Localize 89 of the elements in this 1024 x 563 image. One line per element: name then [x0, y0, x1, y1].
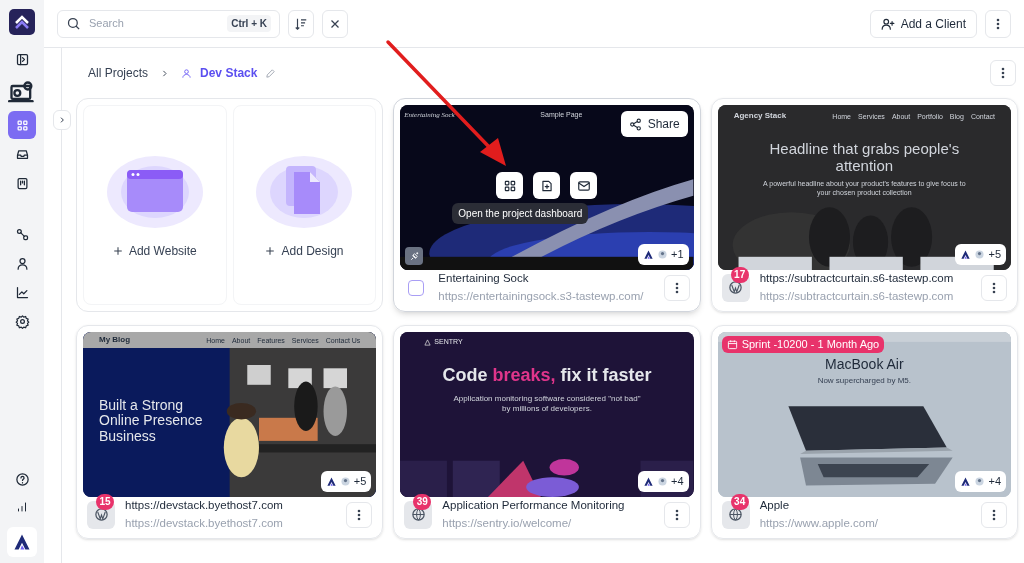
member-count: +1: [671, 247, 684, 263]
chevron-right-icon: [58, 116, 66, 124]
more-icon: [674, 281, 679, 294]
member-avatars[interactable]: +4: [955, 471, 1006, 492]
add-button[interactable]: [533, 172, 561, 199]
member-count: +5: [988, 247, 1001, 263]
member-avatars[interactable]: +5: [320, 471, 372, 492]
headline: MacBook Air: [825, 356, 904, 373]
tooltip: Open the project dashboard: [452, 203, 589, 224]
add-client-button[interactable]: Add a Client: [869, 9, 977, 38]
brand-logo-icon[interactable]: [7, 527, 37, 557]
more-icon: [674, 508, 679, 521]
wordpress-icon: [728, 280, 744, 295]
avatar-icon: [975, 250, 985, 259]
more-icon: [996, 17, 1000, 30]
globe-icon: [728, 507, 744, 522]
bar-chart-icon: [16, 501, 28, 513]
calendar-icon: [726, 339, 738, 350]
add-user-icon: [880, 16, 895, 31]
breadcrumb-current: Dev Stack: [200, 65, 258, 82]
member-count: +4: [671, 474, 684, 490]
settings-icon: [14, 313, 30, 329]
plug-icon: [408, 250, 420, 262]
brand-logo-icon: [643, 249, 655, 260]
kanban-icon: [14, 175, 30, 191]
project-title: https://devstack.byethost7.com: [125, 498, 284, 514]
member-count: +5: [353, 474, 367, 490]
project-title: Apple: [759, 498, 791, 514]
more-icon: [1001, 67, 1005, 79]
logo-icon: [424, 338, 432, 346]
headline: Code breaks, fix it faster: [441, 364, 653, 387]
search-field[interactable]: Search Ctrl + K: [57, 9, 280, 38]
subline: Application monitoring software considered "not bad" by millions of developers.: [452, 394, 642, 415]
user-icon: [181, 67, 193, 79]
workflow-icon: [14, 226, 30, 242]
add-tile[interactable]: Add Website: [83, 105, 227, 305]
add-tile[interactable]: Add Design: [232, 105, 377, 305]
grid-icon: [503, 178, 517, 193]
avatar-icon: [658, 477, 668, 486]
help-icon: [14, 471, 30, 487]
avatar-icon: [340, 477, 350, 486]
search-input[interactable]: Search: [89, 15, 220, 32]
brand-logo-icon: [643, 476, 655, 487]
close-button[interactable]: [322, 9, 348, 38]
plugin-button[interactable]: [405, 247, 424, 265]
headline: Built a Strong Online Presence Business: [99, 398, 204, 445]
close-icon: [329, 17, 341, 30]
more-icon: [992, 281, 996, 294]
project-title: https://subtractcurtain.s6-tastewp.com: [759, 271, 955, 287]
sort-icon: [294, 16, 308, 31]
logo-icon: [9, 9, 35, 35]
search-icon: [66, 16, 81, 31]
line-chart-icon: [14, 284, 30, 300]
breadcrumb-link[interactable]: All Projects: [88, 64, 149, 82]
sprint-tag: Sprint -10200 - 1 Month Ago: [721, 336, 885, 353]
globe-icon: [410, 507, 426, 522]
email-button[interactable]: [570, 172, 598, 199]
brand-logo-icon: [960, 249, 972, 260]
headline: Headline that grabs people's attention: [768, 141, 961, 174]
plus-icon: [265, 246, 276, 256]
share-icon: [628, 117, 642, 131]
avatar-icon: [975, 477, 985, 486]
more-icon: [357, 508, 362, 521]
subline: Now supercharged by M5.: [817, 374, 911, 387]
member-count: +4: [988, 474, 1001, 490]
project-title: Application Performance Monitoring: [442, 498, 626, 514]
checkbox[interactable]: [408, 279, 425, 296]
share-button[interactable]: Share: [620, 111, 688, 137]
sort-button[interactable]: [288, 9, 314, 38]
mail-icon: [577, 178, 591, 193]
site-title: My Blog: [99, 334, 131, 346]
sidebar-toggle-icon: [14, 51, 30, 67]
project-title: Entertaining Sock: [438, 271, 530, 287]
project-card[interactable]: [710, 98, 1018, 312]
shortcut-hint: Ctrl + K: [227, 15, 271, 32]
grid-icon: [14, 117, 30, 133]
member-avatars[interactable]: +1: [638, 244, 689, 265]
plus-icon: [112, 246, 123, 256]
member-avatars[interactable]: +5: [955, 244, 1006, 265]
more-icon: [992, 508, 996, 521]
project-card[interactable]: Sprint -10200 - 1 Month Ago MacBook Air Now supercharged by M5. +4 34 Apple https://www.apple.com/: [710, 325, 1018, 539]
brand-logo-icon: [960, 476, 972, 487]
avatar-icon: [658, 250, 668, 259]
brand-logo-icon: [325, 476, 337, 487]
chevron-right-icon: [160, 68, 170, 78]
member-avatars[interactable]: +4: [638, 471, 689, 492]
dashboard-button[interactable]: [496, 172, 524, 199]
site-title: Agency Stack: [733, 110, 787, 122]
wordpress-icon: [93, 507, 109, 522]
